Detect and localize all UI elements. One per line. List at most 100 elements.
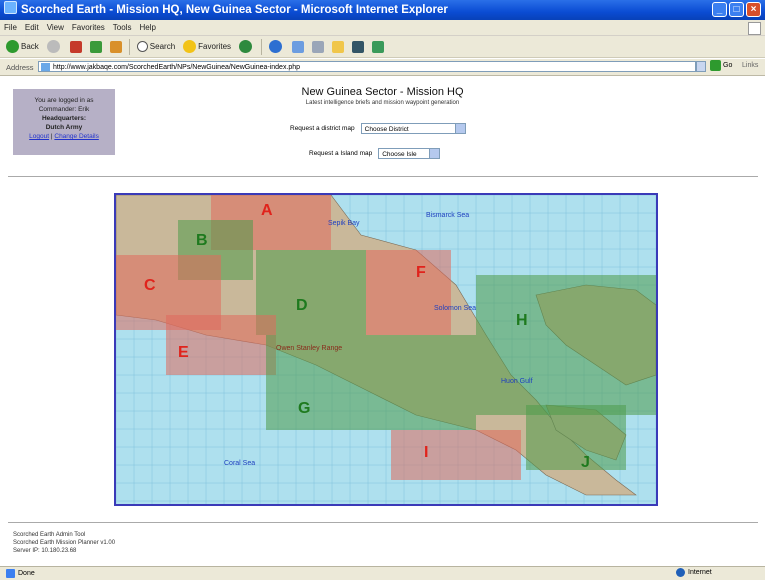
status-bar: Done Internet: [0, 566, 765, 580]
print-button[interactable]: [309, 38, 327, 56]
sector-label-c: C: [144, 277, 156, 294]
address-input[interactable]: http://www.jakbaqe.com/ScorchedEarth/NPs…: [38, 61, 696, 72]
star-icon: [183, 40, 197, 53]
island-select[interactable]: Choose Isle: [378, 148, 441, 159]
sea-label: Solomon Sea: [434, 305, 476, 312]
forward-arrow-icon: [46, 40, 60, 53]
divider: [8, 176, 758, 177]
search-icon: [136, 41, 148, 52]
refresh-button[interactable]: [87, 38, 105, 56]
refresh-icon: [89, 40, 102, 53]
sector-label-i: I: [424, 444, 428, 461]
page-icon: [41, 63, 50, 71]
page-content: You are logged in as Commander: Erik Hea…: [0, 76, 765, 566]
home-icon: [109, 40, 122, 53]
footer-line: Server IP: 10.180.23.68: [13, 548, 77, 554]
menu-help[interactable]: Help: [135, 23, 159, 32]
forward-button[interactable]: [44, 38, 65, 56]
sector-label-j: J: [581, 454, 590, 471]
address-dropdown[interactable]: [696, 61, 706, 72]
page-done-icon: [6, 569, 15, 578]
sector-label-h: H: [516, 312, 528, 329]
address-label: Address: [6, 62, 34, 72]
divider: [8, 522, 758, 523]
search-button[interactable]: Search: [134, 38, 178, 56]
menu-view[interactable]: View: [43, 23, 68, 32]
edit-button[interactable]: [349, 38, 367, 56]
login-links: Logout | Change Details: [29, 133, 99, 140]
sector-zone-h: [476, 275, 656, 415]
status-left: Done: [6, 569, 35, 578]
edit-icon: [352, 40, 365, 53]
district-row: Request a district map Choose District: [290, 123, 466, 134]
sea-label: Sepik Bay: [328, 220, 360, 227]
menu-file[interactable]: File: [0, 23, 21, 32]
sector-label-f: F: [416, 264, 426, 281]
window-title: Scorched Earth - Mission HQ, New Guinea …: [21, 4, 448, 16]
folder-icon: [332, 40, 345, 53]
folder-button[interactable]: [329, 38, 347, 56]
sector-label-b: B: [196, 232, 208, 249]
favorites-button[interactable]: Favorites: [180, 38, 234, 56]
stop-icon: [69, 40, 82, 53]
sea-label: Coral Sea: [224, 460, 255, 467]
media-button[interactable]: [236, 38, 257, 56]
footer-line: Scorched Earth Mission Planner v1.00: [13, 540, 116, 546]
sector-label-e: E: [178, 344, 189, 361]
media-icon: [239, 40, 253, 53]
sector-map[interactable]: A B C D E F G H I J Bismarck Sea Solomon Sea Coral S…: [114, 193, 658, 506]
window-controls: _ □ ×: [712, 2, 761, 17]
internet-globe-icon: [676, 568, 685, 577]
address-bar: Address http://www.jakbaqe.com/ScorchedE…: [0, 59, 765, 76]
close-button[interactable]: ×: [746, 2, 761, 17]
messenger-icon: [372, 40, 385, 53]
menu-bar: File Edit View Favorites Tools Help: [0, 20, 765, 36]
history-button[interactable]: [266, 38, 287, 56]
links-button[interactable]: Links: [742, 62, 758, 69]
toolbar-separator: [128, 38, 130, 55]
menu-tools[interactable]: Tools: [109, 23, 136, 32]
district-label: Request a district map: [290, 125, 355, 132]
sector-label-g: G: [298, 400, 310, 417]
mail-icon: [292, 40, 305, 53]
menu-edit[interactable]: Edit: [21, 23, 43, 32]
menu-favorites[interactable]: Favorites: [68, 23, 109, 32]
sea-label: Owen Stanley Range: [276, 345, 342, 352]
window-titlebar: Scorched Earth - Mission HQ, New Guinea …: [0, 0, 765, 20]
sector-label-d: D: [296, 297, 308, 314]
status-zone: Internet: [676, 568, 712, 577]
footer-line: Scorched Earth Admin Tool: [13, 532, 86, 538]
home-button[interactable]: [107, 38, 125, 56]
footer: Scorched Earth Admin Tool Scorched Earth…: [13, 531, 115, 555]
go-button[interactable]: Go: [710, 60, 732, 71]
minimize-button[interactable]: _: [712, 2, 727, 17]
login-line: Headquarters:: [41, 115, 87, 122]
mail-button[interactable]: [289, 38, 307, 56]
sector-zone-f: [366, 250, 451, 335]
island-row: Request a Island map Choose Isle: [309, 148, 441, 159]
map-canvas: A B C D E F G H I J Bismarck Sea Solomon Sea Coral S…: [116, 195, 656, 504]
island-label: Request a Island map: [309, 150, 373, 157]
ie-icon: [4, 1, 17, 14]
browser-toolbar: Back Search Favorites: [0, 36, 765, 58]
sector-zone-i: [391, 430, 521, 480]
maximize-button[interactable]: □: [729, 2, 744, 17]
sea-label: Huon Gulf: [501, 378, 533, 385]
sea-label: Bismarck Sea: [426, 212, 469, 219]
windows-logo-icon: [748, 22, 761, 35]
page-title: New Guinea Sector - Mission HQ: [301, 86, 464, 98]
district-select[interactable]: Choose District: [360, 123, 466, 134]
toolbar-separator: [261, 38, 263, 55]
stop-button[interactable]: [67, 38, 85, 56]
login-box: You are logged in as Commander: Erik Hea…: [13, 89, 115, 155]
change-details-link[interactable]: Change Details: [54, 133, 98, 140]
back-arrow-icon: [6, 40, 19, 53]
history-icon: [269, 40, 283, 53]
logout-link[interactable]: Logout: [29, 133, 49, 140]
sector-zone-j: [526, 405, 626, 470]
login-line: Commander: Erik: [38, 106, 90, 113]
messenger-button[interactable]: [369, 38, 387, 56]
sector-label-a: A: [261, 202, 273, 219]
back-button[interactable]: Back: [3, 38, 42, 56]
print-icon: [312, 40, 325, 53]
